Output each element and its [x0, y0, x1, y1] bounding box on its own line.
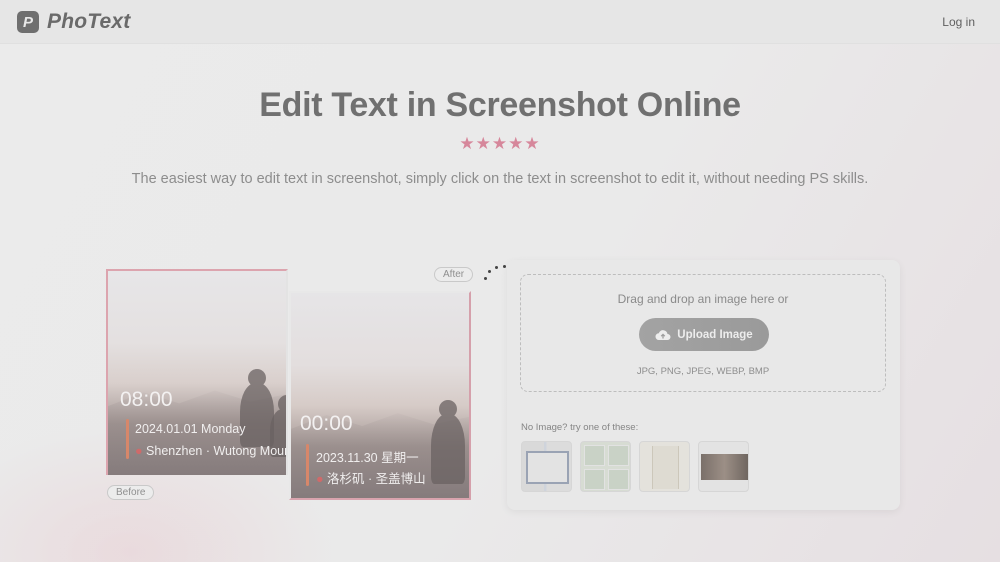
- person-silhouette: [431, 400, 465, 484]
- after-time-text: 00:00: [300, 412, 353, 435]
- sample-image-card[interactable]: [639, 441, 690, 492]
- brand-name[interactable]: PhoText: [47, 10, 130, 34]
- before-date-text: 2024.01.01 Monday: [135, 422, 246, 436]
- accent-bar: [126, 419, 129, 459]
- accent-bar: [306, 444, 309, 486]
- upload-button-label: Upload Image: [677, 328, 753, 341]
- page-subtitle: The easiest way to edit text in screensh…: [131, 171, 869, 187]
- location-pin-icon: ●: [135, 444, 143, 458]
- sample-images-label: No Image? try one of these:: [521, 422, 639, 433]
- login-link[interactable]: Log in: [942, 15, 975, 29]
- before-time-text: 08:00: [120, 388, 173, 411]
- sample-image-photo[interactable]: [698, 441, 749, 492]
- logo-icon[interactable]: P: [17, 11, 39, 33]
- before-location-text: ● Shenzhen · Wutong Moun: [135, 444, 288, 458]
- upload-panel: Drag and drop an image here or Upload Im…: [507, 260, 900, 510]
- sample-image-collage[interactable]: [580, 441, 631, 492]
- dropzone-instructions: Drag and drop an image here or: [617, 292, 789, 306]
- supported-formats: JPG, PNG, JPEG, WEBP, BMP: [636, 366, 770, 377]
- page-title: Edit Text in Screenshot Online: [259, 86, 741, 124]
- sample-images-list: [521, 441, 749, 492]
- after-date-text: 2023.11.30 星期一: [316, 451, 419, 465]
- before-example-image: 08:00 2024.01.01 Monday ● Shenzhen · Wut…: [106, 269, 288, 475]
- before-tag: Before: [107, 485, 155, 500]
- person-silhouette: [240, 369, 274, 447]
- top-navigation-bar: P PhoText Log in: [0, 0, 1000, 44]
- upload-image-button[interactable]: Upload Image: [639, 318, 769, 351]
- before-location-label: Shenzhen · Wutong Moun: [146, 444, 288, 458]
- after-example-image: 00:00 2023.11.30 星期一 ● 洛杉矶 · 圣盖博山: [289, 291, 471, 500]
- location-pin-icon: ●: [316, 472, 324, 486]
- cloud-upload-icon: [655, 329, 671, 340]
- after-tag: After: [434, 267, 474, 282]
- logo-glyph: P: [22, 13, 33, 31]
- image-dropzone[interactable]: Drag and drop an image here or Upload Im…: [520, 274, 886, 392]
- after-location-label: 洛杉矶 · 圣盖博山: [327, 472, 426, 486]
- rating-stars: ★★★★★: [459, 134, 541, 153]
- after-location-text: ● 洛杉矶 · 圣盖博山: [316, 468, 426, 487]
- sample-image-document[interactable]: [521, 441, 572, 492]
